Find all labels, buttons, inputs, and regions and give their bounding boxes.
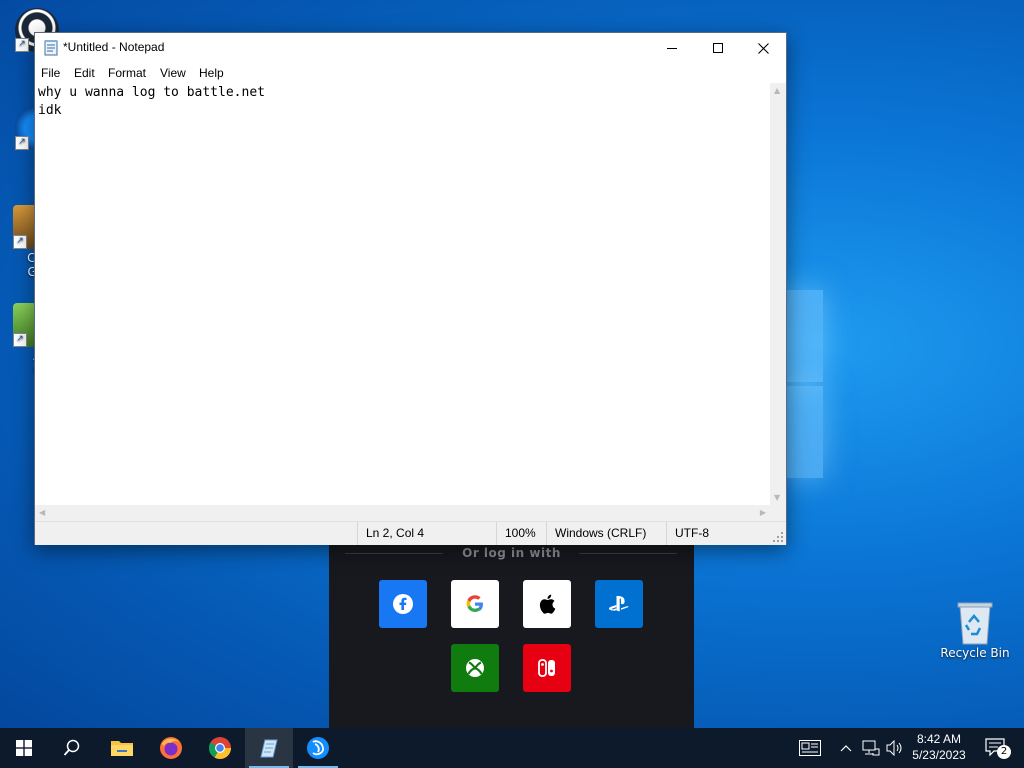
- nintendo-switch-icon: [538, 659, 555, 677]
- scroll-down-arrow-icon[interactable]: ▼: [774, 493, 780, 502]
- resize-grip-icon[interactable]: [773, 532, 783, 542]
- google-icon: [466, 595, 483, 612]
- desktop-icon-recycle-bin[interactable]: Recycle Bin: [940, 600, 1010, 660]
- scrollbar-corner: [770, 505, 786, 521]
- minimize-button[interactable]: [649, 33, 695, 63]
- menu-bar: File Edit Format View Help: [35, 63, 786, 83]
- scroll-up-arrow-icon[interactable]: ▲: [774, 86, 780, 95]
- playstation-login-button[interactable]: [595, 580, 643, 628]
- xbox-login-button[interactable]: [451, 644, 499, 692]
- vertical-scrollbar[interactable]: ▲ ▼: [770, 83, 786, 505]
- notepad-icon: [260, 739, 278, 758]
- apple-login-button[interactable]: [523, 580, 571, 628]
- scroll-left-arrow-icon[interactable]: ◀: [39, 508, 45, 517]
- tray-news-widget[interactable]: [795, 728, 825, 768]
- clock-date: 5/23/2023: [912, 748, 966, 762]
- notepad-window[interactable]: *Untitled - Notepad File Edit Format Vie…: [34, 32, 787, 545]
- notepad-icon: [44, 40, 58, 56]
- action-center-button[interactable]: 2: [978, 728, 1014, 768]
- scroll-right-arrow-icon[interactable]: ▶: [760, 508, 766, 517]
- taskbar-file-explorer[interactable]: [98, 728, 146, 768]
- battle-net-icon: [307, 737, 329, 759]
- status-encoding: UTF-8: [666, 522, 770, 545]
- maximize-button[interactable]: [695, 33, 741, 63]
- nintendo-login-button[interactable]: [523, 644, 571, 692]
- taskbar-notepad[interactable]: [245, 728, 293, 768]
- folder-icon: [111, 741, 133, 756]
- menu-help[interactable]: Help: [199, 66, 224, 80]
- menu-view[interactable]: View: [160, 66, 186, 80]
- menu-format[interactable]: Format: [108, 66, 146, 80]
- taskbar-firefox[interactable]: [147, 728, 195, 768]
- notepad-title-bar[interactable]: *Untitled - Notepad: [35, 33, 786, 63]
- taskbar-chrome[interactable]: [196, 728, 244, 768]
- horizontal-scrollbar[interactable]: ◀ ▶: [35, 505, 770, 521]
- clock[interactable]: 8:42 AM 5/23/2023: [906, 728, 972, 768]
- status-line-ending: Windows (CRLF): [546, 522, 666, 545]
- status-cursor-position: Ln 2, Col 4: [357, 522, 497, 545]
- window-title: *Untitled - Notepad: [63, 40, 165, 54]
- network-button[interactable]: [860, 728, 882, 768]
- taskbar: 8:42 AM 5/23/2023 2: [0, 728, 1024, 768]
- text-editor-area[interactable]: why u wanna log to battle.net idk: [35, 83, 770, 505]
- minimize-icon: [667, 48, 677, 49]
- notification-count-badge: 2: [997, 745, 1011, 759]
- chevron-up-icon: [840, 745, 852, 752]
- apple-icon: [539, 594, 556, 614]
- playstation-icon: [609, 596, 629, 612]
- close-button[interactable]: [740, 33, 786, 63]
- battlenet-login-panel: Or log in with: [329, 540, 694, 730]
- menu-edit[interactable]: Edit: [74, 66, 95, 80]
- desktop-wallpaper-logo: [785, 290, 823, 480]
- network-icon: [862, 740, 880, 756]
- google-login-button[interactable]: [451, 580, 499, 628]
- start-button[interactable]: [0, 728, 48, 768]
- divider-right: [579, 553, 677, 554]
- menu-file[interactable]: File: [41, 66, 60, 80]
- facebook-icon: [393, 594, 413, 614]
- status-zoom: 100%: [496, 522, 546, 545]
- clock-time: 8:42 AM: [916, 732, 962, 746]
- recycle-bin-label: Recycle Bin: [940, 646, 1010, 660]
- status-bar: Ln 2, Col 4 100% Windows (CRLF) UTF-8: [35, 521, 786, 545]
- taskbar-battle-net[interactable]: [294, 728, 342, 768]
- chrome-icon: [209, 737, 231, 759]
- show-hidden-icons-button[interactable]: [836, 728, 856, 768]
- search-icon: [63, 739, 80, 756]
- close-icon: [757, 42, 769, 54]
- recycle-bin-icon: [956, 600, 994, 645]
- volume-button[interactable]: [884, 728, 906, 768]
- news-icon: [799, 740, 821, 756]
- windows-start-icon: [16, 740, 32, 756]
- firefox-icon: [160, 737, 182, 759]
- maximize-icon: [713, 43, 723, 53]
- search-button[interactable]: [48, 728, 96, 768]
- facebook-login-button[interactable]: [379, 580, 427, 628]
- xbox-icon: [466, 659, 484, 677]
- speaker-icon: [886, 740, 902, 756]
